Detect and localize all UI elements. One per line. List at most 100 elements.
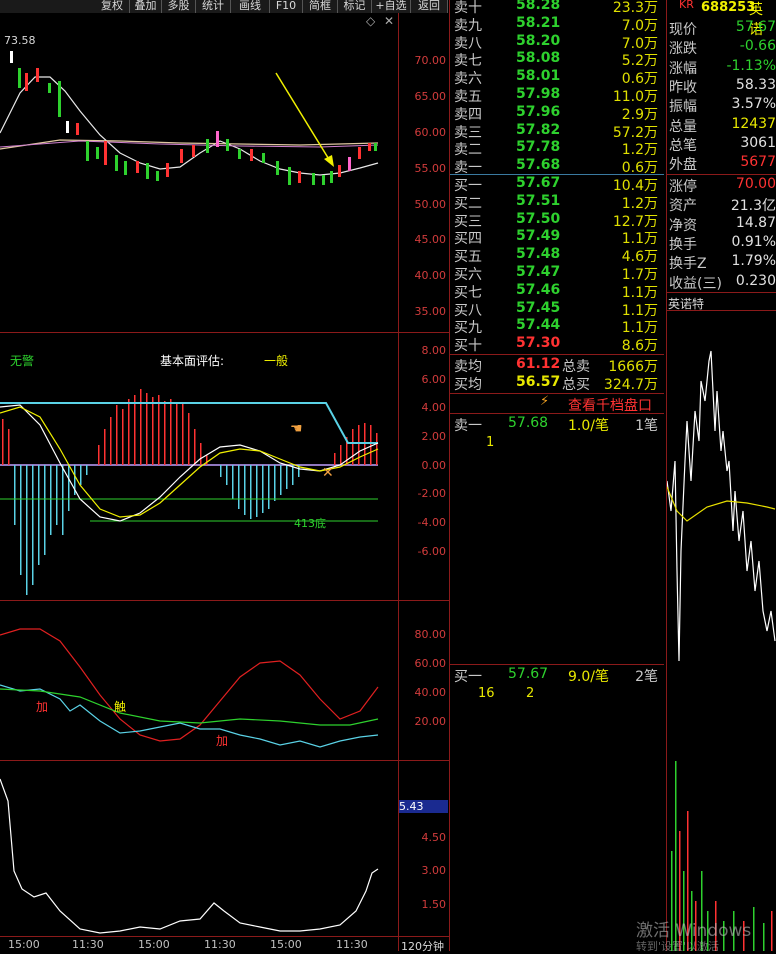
buy1-queue-row: 买一 57.67 9.0/笔 2笔 (454, 666, 658, 685)
kdj-axis-20: 20.00 (414, 715, 447, 728)
annotation-arrow-line (275, 72, 331, 162)
sell-level-price: 57.68 (516, 157, 561, 174)
info-row: 涨停 70.00 (667, 176, 776, 195)
toolbar-button-mark[interactable]: 标记 (338, 0, 372, 13)
info-label: 现价 (669, 22, 697, 38)
buy-level-price: 57.44 (516, 317, 561, 334)
time-label-2: 11:30 (72, 938, 104, 951)
info-label: 收益(三) (669, 275, 722, 292)
sell-level-price: 58.28 (516, 0, 561, 13)
info-row: 总笔 3061 (667, 135, 776, 154)
buy-level-8[interactable]: 买八 57.45 1.1万 (450, 299, 664, 319)
buy-level-price: 57.45 (516, 299, 561, 316)
sell-level-price: 57.98 (516, 86, 561, 102)
buy-level-1[interactable]: 买一 57.67 10.4万 (450, 175, 664, 194)
volatility-line (0, 778, 379, 934)
kdj-marker-touch: 触 (114, 700, 127, 714)
buy-level-price: 57.48 (516, 246, 561, 263)
chart-toolbar: 复权 叠加 多股 统计 画线 F10 简框 标记 +自选 返回 (0, 0, 448, 13)
buy-level-price: 57.46 (516, 281, 561, 298)
order-book-panel: 卖十 58.28 23.3万 卖九 58.21 7.0万 卖八 58.20 7.0万 卖七 58.0… (450, 0, 666, 951)
toolbar-button-fuquan[interactable]: 复权 (95, 0, 130, 13)
kline-candles (10, 51, 377, 185)
info-value: 57.67 (735, 19, 776, 35)
buy-level-price: 57.51 (516, 192, 561, 209)
sell-level-4[interactable]: 卖四 57.96 2.9万 (450, 103, 664, 123)
sell-level-6[interactable]: 卖六 58.01 0.6万 (450, 68, 664, 87)
mini-intraday-chart[interactable] (667, 311, 776, 951)
info-label: 总量 (669, 118, 697, 135)
buy-level-4[interactable]: 买四 57.49 1.1万 (450, 228, 664, 247)
buy-level-6[interactable]: 买六 57.47 1.7万 (450, 264, 664, 283)
info-label: 外盘 (669, 157, 697, 174)
time-label-3: 15:00 (138, 938, 170, 951)
hand-cursor-icon: ☚ (290, 421, 303, 437)
time-label-5: 15:00 (270, 938, 302, 951)
kdj-marker-add-2: 加 (216, 734, 229, 748)
buy-level-2[interactable]: 买二 57.51 1.2万 (450, 192, 664, 212)
buy-level-10[interactable]: 买十 57.30 8.6万 (450, 335, 664, 354)
macd-bottom-label: 413底 (294, 517, 326, 530)
buy1-queue-detail-2: 2 (526, 686, 535, 701)
toolbar-button-multi[interactable]: 多股 (162, 0, 196, 13)
sell-level-price: 58.08 (516, 50, 561, 67)
sell-level-price: 57.96 (516, 103, 561, 120)
sell-level-5[interactable]: 卖五 57.98 11.0万 (450, 86, 664, 105)
kline-axis-50: 50.00 (414, 198, 447, 211)
stock-badge: KR (679, 0, 694, 11)
sell-level-9[interactable]: 卖九 58.21 7.0万 (450, 14, 664, 34)
macd-chart[interactable]: ✕ ☚ (0, 333, 398, 599)
info-value: 5677 (740, 154, 776, 171)
kline-chart[interactable] (0, 13, 398, 332)
kline-axis-65: 65.00 (414, 90, 447, 103)
sell-level-7[interactable]: 卖七 58.08 5.2万 (450, 50, 664, 69)
toolbar-button-overlay[interactable]: 叠加 (130, 0, 162, 13)
kdj-j-line (0, 688, 379, 726)
info-value: 70.00 (735, 176, 776, 192)
info-row: 总量 12437 (667, 116, 776, 135)
toolbar-button-stats[interactable]: 统计 (196, 0, 231, 13)
toolbar-button-back[interactable]: 返回 (411, 0, 448, 13)
kline-axis-45: 45.00 (414, 233, 447, 246)
volatility-chart[interactable] (0, 761, 398, 936)
toolbar-button-draw[interactable]: 画线 (231, 0, 270, 13)
sell-level-1[interactable]: 卖一 57.68 0.6万 (450, 157, 664, 176)
buy-level-3[interactable]: 买三 57.50 12.7万 (450, 211, 664, 230)
info-value: 1.79% (731, 253, 776, 270)
info-label: 涨停 (669, 179, 697, 195)
macd-axis-neg4: -4.00 (417, 516, 446, 529)
sell1-queue-detail: 1 (486, 435, 495, 450)
info-value: -0.66 (739, 38, 776, 55)
buy-level-7[interactable]: 买七 57.46 1.1万 (450, 281, 664, 301)
info-label: 资产 (669, 198, 697, 215)
kdj-chart[interactable] (0, 601, 398, 760)
sell-level-10[interactable]: 卖十 58.28 23.3万 (450, 0, 664, 16)
sell-level-price: 58.21 (516, 14, 561, 31)
buy-level-5[interactable]: 买五 57.48 4.6万 (450, 246, 664, 265)
kdj-axis-80: 80.00 (414, 628, 447, 641)
info-row: 资产 21.3亿 (667, 195, 776, 214)
toolbar-button-simple[interactable]: 简框 (303, 0, 338, 13)
sell-level-2[interactable]: 卖二 57.78 1.2万 (450, 139, 664, 158)
toolbar-button-add-watch[interactable]: +自选 (372, 0, 411, 13)
kdj-k-line (0, 628, 379, 742)
macd-axis-8: 8.00 (421, 344, 447, 357)
info-label: 昨收 (669, 79, 697, 96)
period-selector[interactable]: 120分钟 (401, 938, 444, 954)
info-value: -1.13% (726, 57, 776, 74)
info-value: 12437 (731, 115, 776, 132)
toolbar-button-f10[interactable]: F10 (270, 0, 303, 13)
thousand-level-link[interactable]: 查看千档盘口 (568, 395, 652, 415)
info-row: 净资 14.87 (667, 215, 776, 234)
info-label: 振幅 (669, 99, 697, 116)
info-label: 涨跌 (669, 41, 697, 58)
kline-high-label: 73.58 (4, 34, 36, 47)
sell-level-8[interactable]: 卖八 58.20 7.0万 (450, 33, 664, 52)
info-label: 净资 (669, 217, 697, 234)
kline-axis-40: 40.00 (414, 269, 447, 282)
buy-average-row: 买均 56.57 总买 324.7万 (454, 374, 658, 393)
buy-level-9[interactable]: 买九 57.44 1.1万 (450, 317, 664, 336)
sell-level-3[interactable]: 卖三 57.82 57.2万 (450, 122, 664, 141)
macd-axis-0: 0.00 (421, 459, 447, 472)
windows-activation-subtext: 转到'设置'以激活 Windows。 (636, 940, 720, 951)
